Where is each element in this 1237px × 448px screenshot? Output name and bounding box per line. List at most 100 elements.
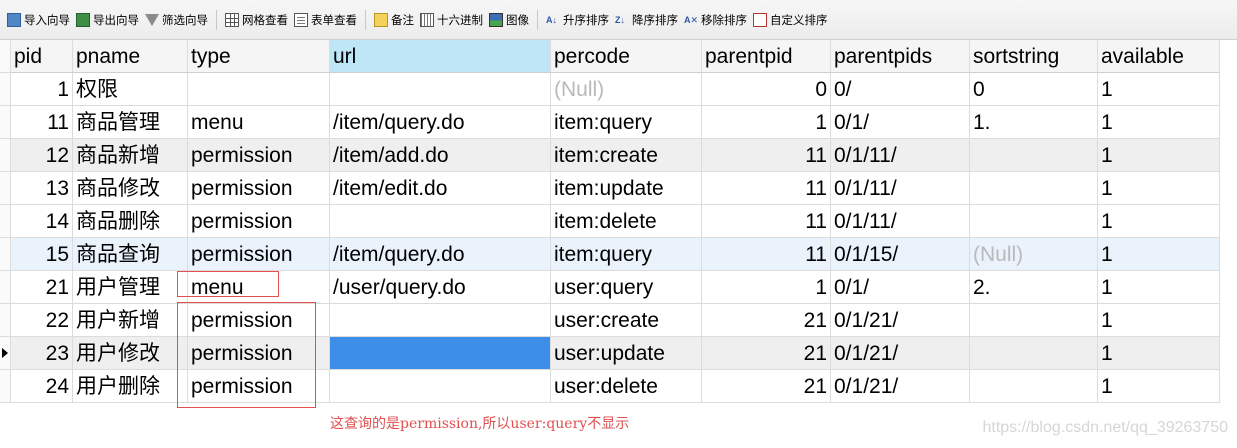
cell-parentpids[interactable]: 0/1/11/ <box>831 172 970 205</box>
cell-available[interactable]: 1 <box>1098 73 1220 106</box>
cell-url[interactable]: /item/query.do <box>330 238 551 271</box>
cell-type[interactable]: permission <box>188 205 330 238</box>
cell-available[interactable]: 1 <box>1098 304 1220 337</box>
cell-url[interactable] <box>330 205 551 238</box>
cell-parentpid[interactable]: 11 <box>702 205 831 238</box>
cell-parentpid[interactable]: 11 <box>702 172 831 205</box>
row-marker[interactable] <box>0 238 11 271</box>
cell-available[interactable]: 1 <box>1098 370 1220 403</box>
cell-percode[interactable]: user:create <box>551 304 702 337</box>
cell-pid[interactable]: 15 <box>11 238 73 271</box>
cell-pname[interactable]: 权限 <box>73 73 188 106</box>
cell-parentpids[interactable]: 0/ <box>831 73 970 106</box>
column-header-type[interactable]: type <box>188 40 330 73</box>
row-marker[interactable] <box>0 106 11 139</box>
cell-pid[interactable]: 13 <box>11 172 73 205</box>
cell-sortstring[interactable] <box>970 304 1098 337</box>
cell-parentpids[interactable]: 0/1/21/ <box>831 370 970 403</box>
cell-type[interactable]: permission <box>188 238 330 271</box>
cell-available[interactable]: 1 <box>1098 106 1220 139</box>
cell-pname[interactable]: 用户管理 <box>73 271 188 304</box>
cell-parentpids[interactable]: 0/1/21/ <box>831 304 970 337</box>
row-marker[interactable] <box>0 172 11 205</box>
cell-url[interactable] <box>330 370 551 403</box>
column-header-sortstring[interactable]: sortstring <box>970 40 1098 73</box>
cell-pname[interactable]: 商品删除 <box>73 205 188 238</box>
cell-percode[interactable]: user:update <box>551 337 702 370</box>
cell-url[interactable] <box>330 337 551 370</box>
cell-percode[interactable]: (Null) <box>551 73 702 106</box>
cell-parentpid[interactable]: 21 <box>702 304 831 337</box>
cell-type[interactable]: menu <box>188 106 330 139</box>
cell-sortstring[interactable] <box>970 139 1098 172</box>
cell-parentpid[interactable]: 1 <box>702 106 831 139</box>
cell-pid[interactable]: 21 <box>11 271 73 304</box>
cell-parentpids[interactable]: 0/1/15/ <box>831 238 970 271</box>
cell-percode[interactable]: item:query <box>551 106 702 139</box>
cell-pname[interactable]: 商品管理 <box>73 106 188 139</box>
import-wizard-button[interactable]: 导入向导 <box>4 9 73 31</box>
cell-sortstring[interactable]: 2. <box>970 271 1098 304</box>
cell-available[interactable]: 1 <box>1098 337 1220 370</box>
cell-parentpid[interactable]: 0 <box>702 73 831 106</box>
sort-descending-button[interactable]: Z↓ 降序排序 <box>612 9 681 31</box>
cell-parentpid[interactable]: 1 <box>702 271 831 304</box>
column-header-percode[interactable]: percode <box>551 40 702 73</box>
cell-url[interactable] <box>330 304 551 337</box>
cell-parentpid[interactable]: 21 <box>702 337 831 370</box>
cell-parentpids[interactable]: 0/1/ <box>831 271 970 304</box>
row-marker[interactable] <box>0 370 11 403</box>
cell-available[interactable]: 1 <box>1098 238 1220 271</box>
column-header-parentpids[interactable]: parentpids <box>831 40 970 73</box>
cell-url[interactable]: /item/edit.do <box>330 172 551 205</box>
column-header-available[interactable]: available <box>1098 40 1220 73</box>
cell-url[interactable]: /item/add.do <box>330 139 551 172</box>
cell-pid[interactable]: 22 <box>11 304 73 337</box>
cell-pid[interactable]: 1 <box>11 73 73 106</box>
row-marker[interactable] <box>0 271 11 304</box>
cell-available[interactable]: 1 <box>1098 271 1220 304</box>
cell-parentpids[interactable]: 0/1/11/ <box>831 205 970 238</box>
current-row-marker[interactable] <box>0 337 11 370</box>
row-marker[interactable] <box>0 205 11 238</box>
cell-sortstring[interactable] <box>970 172 1098 205</box>
cell-pid[interactable]: 12 <box>11 139 73 172</box>
cell-type[interactable] <box>188 73 330 106</box>
filter-wizard-button[interactable]: 筛选向导 <box>142 9 211 31</box>
column-header-url[interactable]: url <box>330 40 551 73</box>
export-wizard-button[interactable]: 导出向导 <box>73 9 142 31</box>
cell-sortstring[interactable]: 1. <box>970 106 1098 139</box>
cell-pname[interactable]: 商品查询 <box>73 238 188 271</box>
cell-percode[interactable]: user:delete <box>551 370 702 403</box>
cell-pname[interactable]: 商品修改 <box>73 172 188 205</box>
cell-type[interactable]: permission <box>188 172 330 205</box>
cell-percode[interactable]: item:query <box>551 238 702 271</box>
row-marker[interactable] <box>0 304 11 337</box>
row-marker[interactable] <box>0 73 11 106</box>
grid-view-button[interactable]: 网格查看 <box>222 9 291 31</box>
image-button[interactable]: 图像 <box>486 9 532 31</box>
cell-url[interactable]: /user/query.do <box>330 271 551 304</box>
cell-percode[interactable]: item:create <box>551 139 702 172</box>
cell-percode[interactable]: item:update <box>551 172 702 205</box>
cell-sortstring[interactable] <box>970 205 1098 238</box>
form-view-button[interactable]: 表单查看 <box>291 9 360 31</box>
cell-sortstring[interactable]: 0 <box>970 73 1098 106</box>
column-header-parentpid[interactable]: parentpid <box>702 40 831 73</box>
cell-percode[interactable]: user:query <box>551 271 702 304</box>
cell-parentpid[interactable]: 11 <box>702 139 831 172</box>
cell-parentpid[interactable]: 21 <box>702 370 831 403</box>
cell-parentpids[interactable]: 0/1/ <box>831 106 970 139</box>
memo-button[interactable]: 备注 <box>371 9 417 31</box>
cell-pid[interactable]: 11 <box>11 106 73 139</box>
cell-parentpids[interactable]: 0/1/11/ <box>831 139 970 172</box>
custom-sort-button[interactable]: 自定义排序 <box>750 9 831 31</box>
cell-pid[interactable]: 23 <box>11 337 73 370</box>
cell-pname[interactable]: 商品新增 <box>73 139 188 172</box>
cell-parentpids[interactable]: 0/1/21/ <box>831 337 970 370</box>
cell-sortstring[interactable] <box>970 370 1098 403</box>
cell-url[interactable] <box>330 73 551 106</box>
cell-available[interactable]: 1 <box>1098 205 1220 238</box>
cell-sortstring[interactable]: (Null) <box>970 238 1098 271</box>
column-header-pname[interactable]: pname <box>73 40 188 73</box>
